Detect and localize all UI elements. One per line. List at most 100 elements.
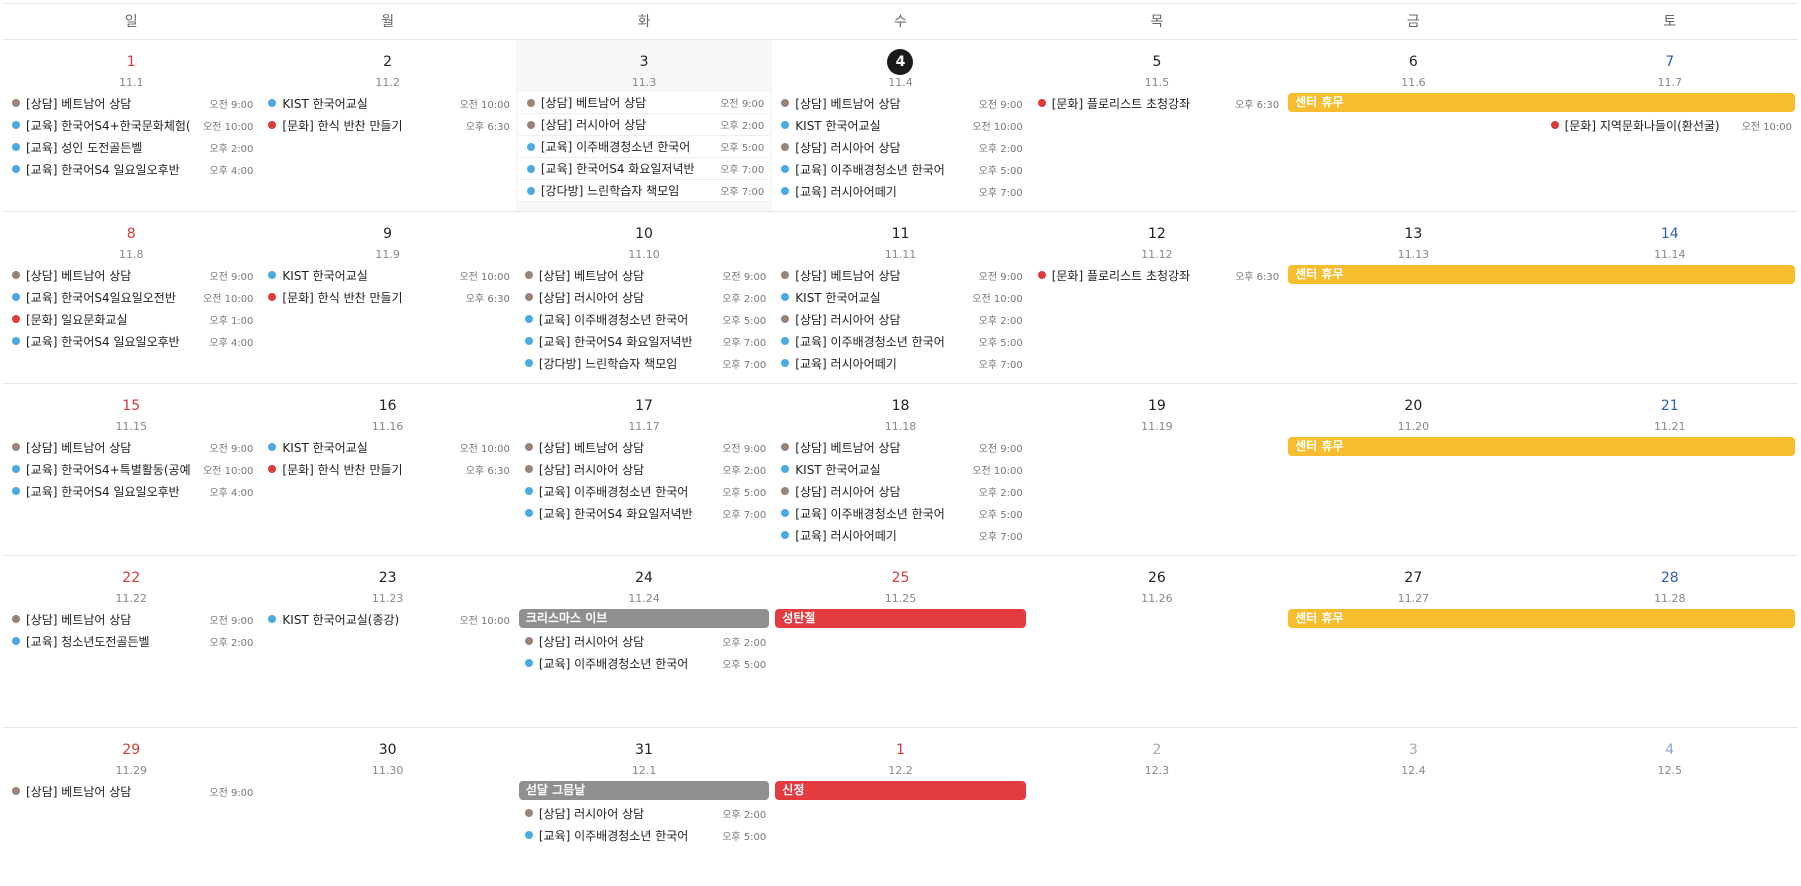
day-number[interactable]: 9 xyxy=(375,221,401,247)
day-cell[interactable]: 16 11.16 KIST 한국어교실 오전 10:00 [문화] 한식 반찬 만들기 오… xyxy=(259,384,515,555)
calendar-event[interactable]: [상담] 러시아어 상담 오후 2:00 xyxy=(516,802,772,824)
day-cell[interactable]: 12 11.12 [문화] 플로리스트 초청강좌 오후 6:30 xyxy=(1029,212,1285,383)
day-cell[interactable]: 31 12.1 [상담] 러시아어 상담 오후 2:00 [교육] 이주배경청소년 한국… xyxy=(516,728,772,886)
calendar-event[interactable]: [교육] 한국어S4+한국문화체험(오전 10:00 xyxy=(3,114,259,136)
day-number[interactable]: 27 xyxy=(1400,565,1426,591)
day-number[interactable]: 20 xyxy=(1400,393,1426,419)
calendar-event[interactable]: [문화] 한식 반찬 만들기 오후 6:30 xyxy=(259,458,515,480)
calendar-event[interactable]: [강다방] 느린학습자 책모임 오후 7:00 xyxy=(516,352,772,374)
calendar-event[interactable]: [문화] 플로리스트 초청강좌 오후 6:30 xyxy=(1029,92,1285,114)
day-number[interactable]: 4 xyxy=(1657,737,1683,763)
calendar-event[interactable]: [문화] 지역문화나들이(환선굴) 오전 10:00 xyxy=(1542,114,1798,136)
day-cell[interactable]: 17 11.17 [상담] 베트남어 상담 오전 9:00 [상담] 러시아어 상담 오후… xyxy=(516,384,772,555)
day-number[interactable]: 18 xyxy=(887,393,913,419)
all-day-event-bar[interactable]: 센터 휴무 xyxy=(1288,93,1795,112)
day-cell[interactable]: 27 11.27 xyxy=(1285,556,1541,727)
day-cell[interactable]: 21 11.21 xyxy=(1542,384,1798,555)
calendar-event[interactable]: [문화] 한식 반찬 만들기 오후 6:30 xyxy=(259,286,515,308)
day-cell[interactable]: 15 11.15 [상담] 베트남어 상담 오전 9:00 [교육] 한국어S4+특별활… xyxy=(3,384,259,555)
all-day-event-bar[interactable]: 센터 휴무 xyxy=(1288,265,1795,284)
day-cell[interactable]: 2 11.2 KIST 한국어교실 오전 10:00 [문화] 한식 반찬 만들기 오후 … xyxy=(259,40,515,211)
day-number[interactable]: 10 xyxy=(631,221,657,247)
calendar-event[interactable]: [교육] 이주배경청소년 한국어 오후 5:00 xyxy=(772,502,1028,524)
day-number[interactable]: 2 xyxy=(1144,737,1170,763)
calendar-event[interactable]: [상담] 베트남어 상담 오전 9:00 xyxy=(516,436,772,458)
calendar-event[interactable]: [교육] 성인 도전골든벨 오후 2:00 xyxy=(3,136,259,158)
calendar-event[interactable]: [상담] 베트남어 상담 오전 9:00 xyxy=(516,264,772,286)
day-cell[interactable]: 11 11.11 [상담] 베트남어 상담 오전 9:00 KIST 한국어교실 오전 1… xyxy=(772,212,1028,383)
day-cell[interactable]: 30 11.30 xyxy=(259,728,515,886)
all-day-event-bar[interactable]: 성탄절 xyxy=(775,609,1026,628)
day-number[interactable]: 28 xyxy=(1657,565,1683,591)
calendar-event[interactable]: [교육] 한국어S4 화요일저녁반 오후 7:00 xyxy=(517,158,771,180)
calendar-event[interactable]: KIST 한국어교실 오전 10:00 xyxy=(772,114,1028,136)
calendar-event[interactable]: [문화] 플로리스트 초청강좌 오후 6:30 xyxy=(1029,264,1285,286)
day-cell[interactable]: 4 11.4 [상담] 베트남어 상담 오전 9:00 KIST 한국어교실 오전 10:… xyxy=(772,40,1028,211)
calendar-event[interactable]: [교육] 이주배경청소년 한국어 오후 5:00 xyxy=(516,652,772,674)
calendar-event[interactable]: [교육] 한국어S4 화요일저녁반 오후 7:00 xyxy=(516,330,772,352)
calendar-event[interactable]: [상담] 러시아어 상담 오후 2:00 xyxy=(772,480,1028,502)
calendar-event[interactable]: KIST 한국어교실 오전 10:00 xyxy=(259,264,515,286)
day-cell[interactable]: 13 11.13 xyxy=(1285,212,1541,383)
calendar-event[interactable]: [상담] 베트남어 상담 오전 9:00 xyxy=(517,92,771,114)
day-cell[interactable]: 26 11.26 xyxy=(1029,556,1285,727)
day-cell[interactable]: 29 11.29 [상담] 베트남어 상담 오전 9:00 xyxy=(3,728,259,886)
day-number[interactable]: 1 xyxy=(887,737,913,763)
day-cell[interactable]: 10 11.10 [상담] 베트남어 상담 오전 9:00 [상담] 러시아어 상담 오후… xyxy=(516,212,772,383)
calendar-event[interactable]: [교육] 한국어S4 일요일오후반 오후 4:00 xyxy=(3,480,259,502)
calendar-event[interactable]: KIST 한국어교실 오전 10:00 xyxy=(772,286,1028,308)
calendar-event[interactable]: [상담] 러시아어 상담 오후 2:00 xyxy=(517,114,771,136)
calendar-event[interactable]: [교육] 청소년도전골든벨 오후 2:00 xyxy=(3,630,259,652)
day-number[interactable]: 19 xyxy=(1144,393,1170,419)
day-cell[interactable]: 20 11.20 xyxy=(1285,384,1541,555)
day-cell[interactable]: 3 12.4 xyxy=(1285,728,1541,886)
calendar-event[interactable]: KIST 한국어교실 오전 10:00 xyxy=(772,458,1028,480)
calendar-event[interactable]: [상담] 베트남어 상담 오전 9:00 xyxy=(3,92,259,114)
day-cell[interactable]: 3 11.3 [상담] 베트남어 상담 오전 9:00 [상담] 러시아어 상담 오후 2… xyxy=(515,40,773,211)
day-cell[interactable]: 8 11.8 [상담] 베트남어 상담 오전 9:00 [교육] 한국어S4일요일오전반… xyxy=(3,212,259,383)
calendar-event[interactable]: [교육] 한국어S4 일요일오후반 오후 4:00 xyxy=(3,330,259,352)
day-number[interactable]: 7 xyxy=(1657,49,1683,75)
day-cell[interactable]: 25 11.25 xyxy=(772,556,1028,727)
day-cell[interactable]: 14 11.14 xyxy=(1542,212,1798,383)
day-number[interactable]: 23 xyxy=(375,565,401,591)
all-day-event-bar[interactable]: 크리스마스 이브 xyxy=(518,609,770,628)
day-number[interactable]: 3 xyxy=(1400,737,1426,763)
day-cell[interactable]: 28 11.28 xyxy=(1542,556,1798,727)
calendar-event[interactable]: [교육] 한국어S4 일요일오후반 오후 4:00 xyxy=(3,158,259,180)
calendar-event[interactable]: [교육] 한국어S4일요일오전반 오전 10:00 xyxy=(3,286,259,308)
calendar-event[interactable]: [교육] 러시아어떼기 오후 7:00 xyxy=(772,180,1028,202)
day-cell[interactable]: 2 12.3 xyxy=(1029,728,1285,886)
calendar-event[interactable]: KIST 한국어교실(종강) 오전 10:00 xyxy=(259,608,515,630)
calendar-event[interactable]: [상담] 베트남어 상담 오전 9:00 xyxy=(772,436,1028,458)
day-number[interactable]: 31 xyxy=(631,737,657,763)
day-cell[interactable]: 18 11.18 [상담] 베트남어 상담 오전 9:00 KIST 한국어교실 오전 1… xyxy=(772,384,1028,555)
day-cell[interactable]: 24 11.24 [상담] 러시아어 상담 오후 2:00 [교육] 이주배경청소년 한… xyxy=(516,556,772,727)
calendar-event[interactable]: [상담] 베트남어 상담 오전 9:00 xyxy=(772,92,1028,114)
calendar-event[interactable]: [교육] 이주배경청소년 한국어 오후 5:00 xyxy=(772,330,1028,352)
calendar-event[interactable]: [상담] 러시아어 상담 오후 2:00 xyxy=(516,286,772,308)
day-number[interactable]: 6 xyxy=(1400,49,1426,75)
calendar-event[interactable]: [상담] 러시아어 상담 오후 2:00 xyxy=(516,458,772,480)
calendar-event[interactable]: [교육] 이주배경청소년 한국어 오후 5:00 xyxy=(517,136,771,158)
day-cell[interactable]: 9 11.9 KIST 한국어교실 오전 10:00 [문화] 한식 반찬 만들기 오후 … xyxy=(259,212,515,383)
day-cell[interactable]: 4 12.5 xyxy=(1542,728,1798,886)
calendar-event[interactable]: [상담] 베트남어 상담 오전 9:00 xyxy=(3,436,259,458)
all-day-event-bar[interactable]: 신정 xyxy=(775,781,1026,800)
day-cell[interactable]: 22 11.22 [상담] 베트남어 상담 오전 9:00 [교육] 청소년도전골든벨 오… xyxy=(3,556,259,727)
day-cell[interactable]: 1 12.2 xyxy=(772,728,1028,886)
calendar-event[interactable]: [강다방] 느린학습자 책모임 오후 7:00 xyxy=(517,180,771,202)
day-number[interactable]: 14 xyxy=(1657,221,1683,247)
day-number[interactable]: 15 xyxy=(118,393,144,419)
day-number[interactable]: 24 xyxy=(631,565,657,591)
calendar-event[interactable]: [교육] 이주배경청소년 한국어 오후 5:00 xyxy=(516,480,772,502)
day-number[interactable]: 5 xyxy=(1144,49,1170,75)
all-day-event-bar[interactable]: 섣달 그믐날 xyxy=(518,781,770,800)
calendar-event[interactable]: [문화] 한식 반찬 만들기 오후 6:30 xyxy=(259,114,515,136)
calendar-event[interactable]: [문화] 일요문화교실 오후 1:00 xyxy=(3,308,259,330)
calendar-event[interactable]: [교육] 한국어S4 화요일저녁반 오후 7:00 xyxy=(516,502,772,524)
day-number[interactable]: 29 xyxy=(118,737,144,763)
calendar-event[interactable]: [상담] 베트남어 상담 오전 9:00 xyxy=(772,264,1028,286)
calendar-event[interactable]: [교육] 이주배경청소년 한국어 오후 5:00 xyxy=(772,158,1028,180)
calendar-event[interactable]: [교육] 러시아어떼기 오후 7:00 xyxy=(772,352,1028,374)
